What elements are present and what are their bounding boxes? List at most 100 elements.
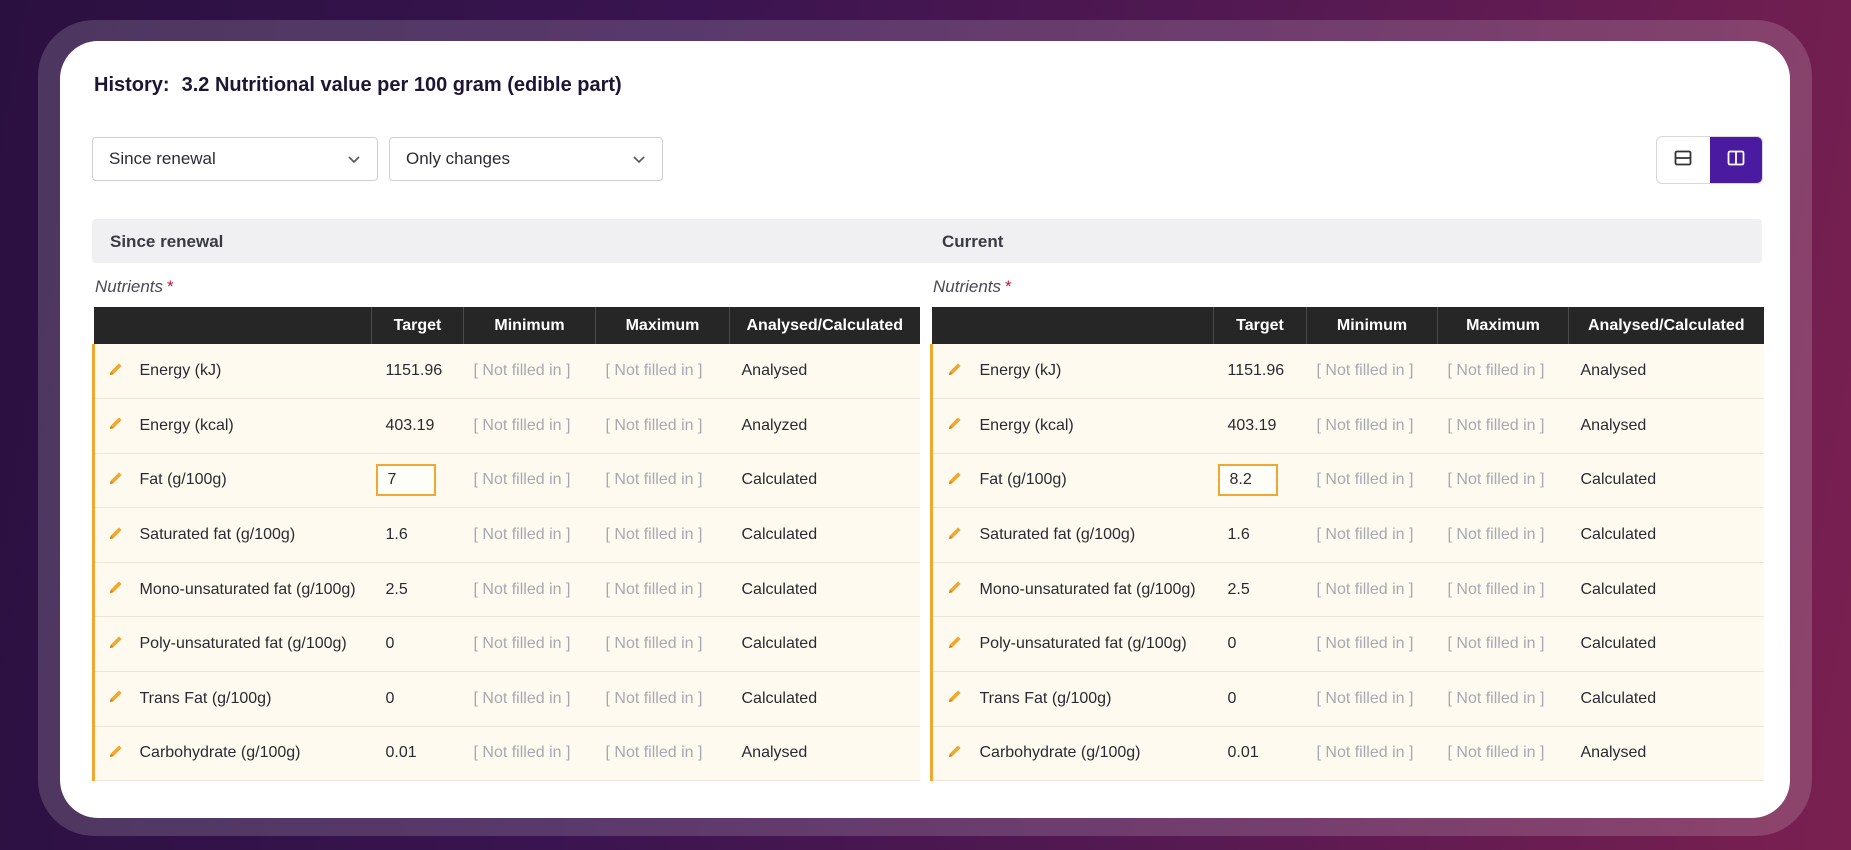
maximum-value: [ Not filled in ]: [1437, 726, 1569, 782]
table-row: Carbohydrate (g/100g) 0.01 [ Not filled in…: [92, 726, 920, 782]
target-cell: 1151.96: [1213, 344, 1307, 400]
target-value: 2.5: [385, 580, 408, 598]
pencil-icon[interactable]: [947, 417, 963, 435]
nutrients-label-text: Nutrients: [95, 277, 164, 296]
edit-cell: [930, 726, 978, 782]
period-select[interactable]: Since renewal: [92, 137, 378, 181]
stacked-view-button[interactable]: [1657, 137, 1710, 183]
target-cell: 0: [371, 616, 464, 673]
edit-cell: [92, 344, 138, 400]
changed-target-value: 8.2: [1217, 464, 1278, 497]
pencil-icon[interactable]: [108, 745, 124, 763]
nutrient-column-header: [93, 307, 372, 344]
analysed-value: Calculated: [1568, 453, 1764, 509]
pencil-icon[interactable]: [947, 362, 963, 381]
nutrient-name: Poly-unsaturated fat (g/100g): [977, 616, 1214, 673]
nutrient-name: Saturated fat (g/100g): [977, 507, 1214, 563]
pencil-icon[interactable]: [947, 745, 963, 763]
table-row: Fat (g/100g) 7 [ Not filled in ][ Not fill…: [92, 453, 920, 509]
table-header-row: Target Minimum Maximum Analysed/Calculat…: [93, 307, 920, 344]
minimum-value: [ Not filled in ]: [1306, 671, 1438, 727]
edit-cell: [92, 507, 138, 563]
target-cell: 2.5: [1213, 562, 1307, 618]
pencil-icon[interactable]: [108, 362, 124, 381]
current-table: Target Minimum Maximum Analysed/Calculat…: [930, 307, 1764, 782]
table-row: Fat (g/100g) 8.2 [ Not filled in ][ Not fi…: [930, 453, 1764, 509]
mode-select-value: Only changes: [406, 149, 510, 168]
pencil-icon[interactable]: [947, 581, 963, 599]
pencil-icon[interactable]: [108, 690, 124, 708]
nutrient-column-header: [931, 307, 1214, 344]
analysed-value: Analysed: [1568, 398, 1764, 454]
pencil-icon[interactable]: [947, 472, 963, 490]
edit-cell: [92, 453, 138, 509]
table-row: Poly-unsaturated fat (g/100g) 0 [ Not fill…: [930, 616, 1764, 673]
table-row: Trans Fat (g/100g) 0 [ Not filled in ][ No…: [930, 671, 1764, 727]
minimum-value: [ Not filled in ]: [463, 671, 596, 727]
analysed-value: Calculated: [729, 616, 920, 673]
pencil-icon[interactable]: [108, 581, 124, 599]
target-cell: 1151.96: [371, 344, 464, 400]
maximum-value: [ Not filled in ]: [595, 398, 730, 454]
nutrient-name: Trans Fat (g/100g): [137, 671, 372, 727]
target-value: 0: [1227, 689, 1237, 707]
target-value: 1.6: [385, 526, 408, 544]
target-cell: 0: [1213, 671, 1307, 727]
pencil-icon[interactable]: [947, 526, 963, 545]
minimum-value: [ Not filled in ]: [463, 344, 596, 400]
nutrient-name: Energy (kJ): [977, 344, 1214, 400]
rows-layout-icon: [1674, 150, 1692, 171]
required-marker: *: [1005, 277, 1012, 296]
edit-cell: [930, 453, 978, 509]
since-renewal-table: Target Minimum Maximum Analysed/Calculat…: [92, 307, 920, 782]
pencil-icon[interactable]: [947, 636, 963, 654]
target-cell: 0.01: [1213, 726, 1307, 782]
target-cell: 1.6: [1213, 507, 1307, 563]
table-row: Energy (kcal) 403.19 [ Not filled in ][ No…: [92, 398, 920, 454]
mode-select[interactable]: Only changes: [389, 137, 663, 181]
maximum-value: [ Not filled in ]: [595, 344, 730, 400]
side-by-side-view-button[interactable]: [1709, 137, 1762, 183]
pencil-icon[interactable]: [108, 472, 124, 490]
maximum-value: [ Not filled in ]: [1437, 671, 1569, 727]
minimum-value: [ Not filled in ]: [1306, 507, 1438, 563]
nutrient-name: Saturated fat (g/100g): [137, 507, 372, 563]
nutrient-name: Energy (kJ): [137, 344, 372, 400]
table-row: Saturated fat (g/100g) 1.6 [ Not filled in…: [930, 507, 1764, 563]
table-row: Mono-unsaturated fat (g/100g) 2.5 [ Not fi…: [92, 562, 920, 618]
table-row: Energy (kJ) 1151.96 [ Not filled in ][ Not…: [930, 344, 1764, 400]
edit-cell: [930, 671, 978, 727]
page-title: History: 3.2 Nutritional value per 100 gr…: [94, 74, 622, 97]
edit-cell: [930, 562, 978, 618]
pencil-icon[interactable]: [947, 690, 963, 708]
pencil-icon[interactable]: [108, 526, 124, 545]
nutrient-name: Mono-unsaturated fat (g/100g): [137, 562, 372, 618]
pencil-icon[interactable]: [108, 417, 124, 435]
nutrient-name: Carbohydrate (g/100g): [137, 726, 372, 782]
edit-cell: [930, 507, 978, 563]
target-cell: 0: [371, 671, 464, 727]
table-row: Energy (kJ) 1151.96 [ Not filled in ][ Not…: [92, 344, 920, 400]
edit-cell: [930, 398, 978, 454]
minimum-column-header: Minimum: [463, 307, 596, 344]
analysed-value: Analyzed: [729, 398, 920, 454]
edit-cell: [92, 726, 138, 782]
maximum-value: [ Not filled in ]: [595, 671, 730, 727]
chevron-down-icon: [347, 152, 361, 166]
minimum-value: [ Not filled in ]: [463, 616, 596, 673]
minimum-value: [ Not filled in ]: [1306, 616, 1438, 673]
target-value: 1151.96: [1227, 362, 1285, 380]
minimum-value: [ Not filled in ]: [463, 398, 596, 454]
maximum-value: [ Not filled in ]: [595, 562, 730, 618]
minimum-value: [ Not filled in ]: [463, 726, 596, 782]
table-row: Energy (kcal) 403.19 [ Not filled in ][ No…: [930, 398, 1764, 454]
minimum-value: [ Not filled in ]: [463, 453, 596, 509]
target-cell: 403.19: [371, 398, 464, 454]
target-cell: 2.5: [371, 562, 464, 618]
analysed-value: Calculated: [1568, 562, 1764, 618]
minimum-value: [ Not filled in ]: [1306, 453, 1438, 509]
nutrient-name: Fat (g/100g): [977, 453, 1214, 509]
minimum-value: [ Not filled in ]: [1306, 562, 1438, 618]
nutrients-label-text: Nutrients: [933, 277, 1002, 296]
pencil-icon[interactable]: [108, 636, 124, 654]
